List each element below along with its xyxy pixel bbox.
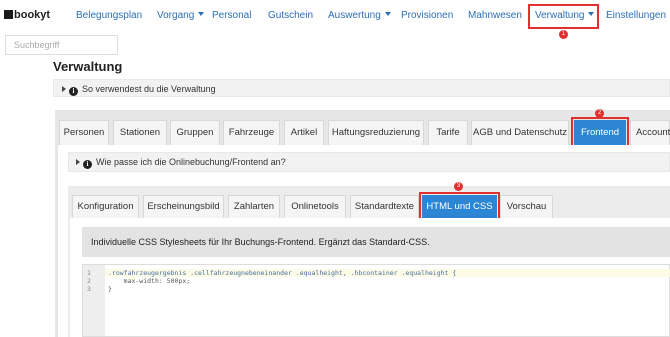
brand-logo[interactable]: bookyt	[4, 9, 50, 21]
code-line: }	[108, 285, 112, 293]
page-title: Verwaltung	[53, 59, 123, 74]
nav-belegungsplan[interactable]: Belegungsplan	[76, 10, 142, 21]
expand-triangle-icon	[62, 86, 66, 92]
subtab-konfiguration[interactable]: Konfiguration	[72, 195, 139, 218]
description-bar: Individuelle CSS Stylesheets für Ihr Buc…	[82, 227, 670, 257]
nav-vorgang-label: Vorgang	[157, 10, 195, 21]
nav-auswertung[interactable]: Auswertung	[328, 10, 391, 21]
step-marker-3: 3	[454, 182, 463, 191]
subtab-erscheinungsbild[interactable]: Erscheinungsbild	[143, 195, 224, 218]
nav-auswertung-label: Auswertung	[328, 10, 381, 21]
highlight-frame-verwaltung	[528, 4, 599, 29]
highlight-frame-frontend	[571, 117, 629, 147]
code-line: max-width: 500px;	[108, 277, 191, 285]
line-number: 3	[87, 285, 91, 293]
info-icon: i	[83, 160, 92, 169]
line-number: 2	[87, 277, 91, 285]
nav-mahnwesen[interactable]: Mahnwesen	[468, 10, 522, 21]
nav-gutschein[interactable]: Gutschein	[268, 10, 313, 21]
tab-account[interactable]: Account	[630, 120, 670, 145]
nav-einstellungen[interactable]: Einstellungen	[606, 10, 666, 21]
tab-stationen[interactable]: Stationen	[113, 120, 167, 145]
chevron-down-icon	[198, 12, 205, 16]
tab-personen[interactable]: Personen	[59, 120, 109, 145]
line-number: 1	[87, 269, 91, 277]
nav-personal[interactable]: Personal	[212, 10, 251, 21]
chevron-down-icon	[384, 12, 391, 16]
help-text: Wie passe ich die Onlinebuchung/Frontend…	[96, 157, 286, 167]
help-text: So verwendest du die Verwaltung	[82, 84, 216, 94]
brand-name: bookyt	[14, 9, 51, 21]
subtab-standardtexte[interactable]: Standardtexte	[350, 195, 419, 218]
step-marker-1: 1	[559, 30, 568, 39]
tab-fahrzeuge[interactable]: Fahrzeuge	[223, 120, 280, 145]
subtab-vorschau[interactable]: Vorschau	[500, 195, 553, 218]
tab-gruppen[interactable]: Gruppen	[170, 120, 220, 145]
info-icon: i	[69, 87, 78, 96]
highlight-frame-html-css	[419, 192, 500, 221]
subtab-zahlarten[interactable]: Zahlarten	[228, 195, 280, 218]
tab-agb-datenschutz[interactable]: AGB und Datenschutz	[471, 120, 569, 145]
search-input[interactable]	[5, 35, 118, 55]
step-marker-2: 2	[595, 109, 604, 118]
code-line: .rowfahrzeugergebnis .cellfahrzeugnebene…	[108, 269, 457, 277]
nav-vorgang[interactable]: Vorgang	[157, 10, 205, 21]
help-collapse-verwaltung[interactable]: i So verwendest du die Verwaltung	[53, 79, 670, 97]
tab-artikel[interactable]: Artikel	[284, 120, 324, 145]
nav-provisionen[interactable]: Provisionen	[401, 10, 453, 21]
expand-triangle-icon	[76, 159, 80, 165]
css-editor[interactable]: 1 2 3 .rowfahrzeugergebnis .cellfahrzeug…	[82, 264, 670, 337]
tab-tarife[interactable]: Tarife	[428, 120, 468, 145]
subtab-onlinetools[interactable]: Onlinetools	[284, 195, 346, 218]
logo-icon	[4, 10, 13, 19]
help-collapse-frontend[interactable]: i Wie passe ich die Onlinebuchung/Fronten…	[68, 152, 670, 172]
tab-haftungsreduzierung[interactable]: Haftungsreduzierung	[328, 120, 424, 145]
